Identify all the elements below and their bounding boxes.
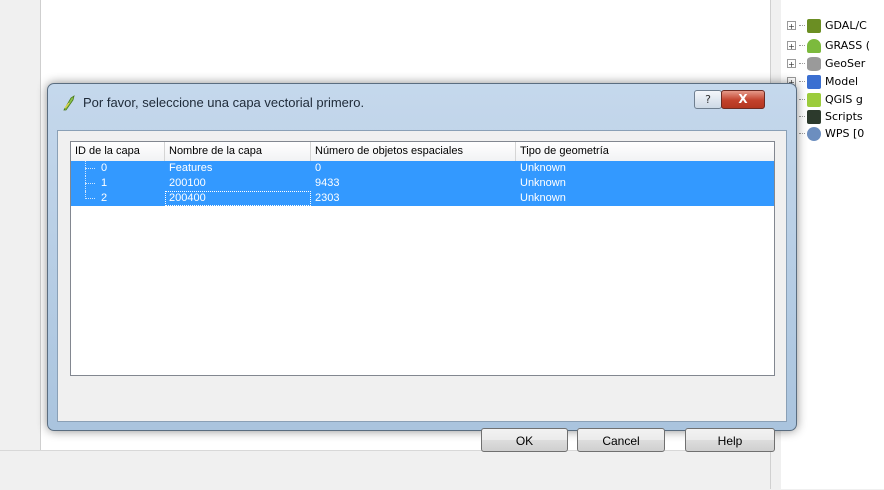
dialog-body: ID de la capa Nombre de la capa Número d… xyxy=(57,130,787,452)
toolbox-item-label: Scripts xyxy=(825,110,863,123)
column-header-count[interactable]: Número de objetos espaciales xyxy=(311,142,516,161)
toolbox-item-gdal[interactable]: + GDAL/C xyxy=(787,18,867,33)
toolbox-item-scripts[interactable]: Scripts xyxy=(787,109,863,124)
close-button[interactable]: X xyxy=(721,90,765,109)
cell-name: 200400 xyxy=(165,191,311,206)
gdal-icon xyxy=(807,18,821,33)
expand-icon[interactable]: + xyxy=(787,41,796,51)
script-icon xyxy=(807,109,821,124)
cell-count: 0 xyxy=(315,162,322,174)
cell-count: 9433 xyxy=(315,177,340,189)
left-panel xyxy=(0,0,41,489)
toolbox-item-model[interactable]: + Model xyxy=(787,74,858,89)
cell-count: 2303 xyxy=(315,192,340,204)
table-header: ID de la capa Nombre de la capa Número d… xyxy=(71,142,774,162)
toolbox-item-label: QGIS g xyxy=(825,93,863,106)
status-bar-area xyxy=(0,450,884,490)
layer-table[interactable]: ID de la capa Nombre de la capa Número d… xyxy=(70,141,775,376)
column-header-geometry[interactable]: Tipo de geometría xyxy=(516,142,774,161)
cell-id: 2 xyxy=(71,191,165,206)
cell-geometry: Unknown xyxy=(520,162,566,174)
qgis-icon xyxy=(807,92,821,107)
model-icon xyxy=(807,74,821,89)
table-row[interactable]: 0 Features 0 Unknown xyxy=(71,161,774,176)
toolbox-item-label: WPS [0 xyxy=(825,127,865,140)
cancel-button[interactable]: Cancel xyxy=(577,428,665,452)
toolbox-item-label: GDAL/C xyxy=(825,19,867,32)
ok-button[interactable]: OK xyxy=(481,428,568,452)
context-help-button[interactable]: ? xyxy=(694,90,722,109)
table-row[interactable]: 1 200100 9433 Unknown xyxy=(71,176,774,191)
toolbox-item-label: Model xyxy=(825,75,859,88)
grass-icon xyxy=(807,38,821,53)
expand-icon[interactable]: + xyxy=(787,59,796,69)
select-layer-dialog: Por favor, seleccione una capa vectorial… xyxy=(47,83,797,452)
help-button[interactable]: Help xyxy=(685,428,775,452)
toolbox-item-wps[interactable]: WPS [0 xyxy=(787,126,864,141)
panel-divider xyxy=(40,0,41,450)
cell-geometry: Unknown xyxy=(520,192,566,204)
table-row[interactable]: 2 200400 2303 Unknown xyxy=(71,191,774,206)
toolbox-item-qgis[interactable]: QGIS g xyxy=(787,92,863,107)
qgis-icon xyxy=(63,95,75,111)
cell-name: Features xyxy=(169,162,213,174)
column-header-id[interactable]: ID de la capa xyxy=(71,142,165,161)
toolbox-item-label: GRASS ( xyxy=(825,39,870,52)
cell-geometry: Unknown xyxy=(520,177,566,189)
database-icon xyxy=(807,56,821,71)
wps-icon xyxy=(807,126,821,141)
toolbox-item-label: GeoSer xyxy=(825,57,866,70)
toolbox-item-geoserver[interactable]: + GeoSer xyxy=(787,56,865,71)
expand-icon[interactable]: + xyxy=(787,21,796,31)
column-header-name[interactable]: Nombre de la capa xyxy=(165,142,311,161)
dialog-title: Por favor, seleccione una capa vectorial… xyxy=(83,95,365,110)
cell-id: 1 xyxy=(71,176,165,191)
toolbox-item-grass[interactable]: + GRASS ( xyxy=(787,38,870,53)
cell-name: 200100 xyxy=(169,177,206,189)
cell-id: 0 xyxy=(71,161,165,176)
